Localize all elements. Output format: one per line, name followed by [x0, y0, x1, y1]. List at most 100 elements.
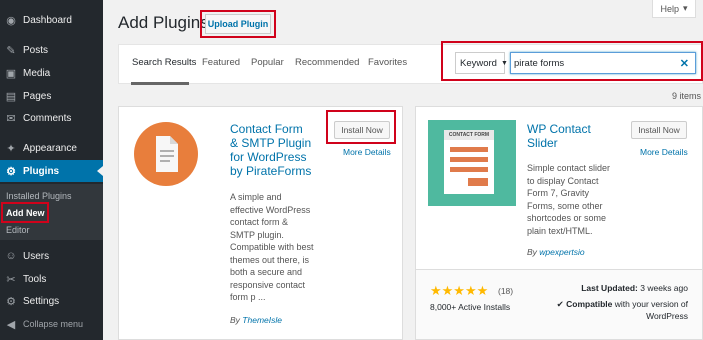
sidebar-item-pages[interactable]: ▤ Pages: [0, 85, 103, 107]
active-tab-indicator: [131, 82, 189, 85]
page-title: Add Plugins: [118, 13, 209, 32]
sidebar-item-plugins[interactable]: ⚙ Plugins: [0, 160, 103, 182]
title-line: Slider: [527, 136, 558, 150]
sidebar-item-dashboard[interactable]: ◉ Dashboard: [0, 9, 103, 31]
tab-popular[interactable]: Popular: [251, 57, 284, 68]
pin-icon: ✎: [6, 44, 16, 57]
desc-line: Forms, some other: [527, 200, 603, 211]
title-line: by PirateForms: [230, 164, 312, 178]
more-details-link[interactable]: More Details: [343, 147, 391, 157]
sidebar-item-label: Pages: [23, 90, 52, 102]
sidebar-item-settings[interactable]: ⚙ Settings: [0, 290, 103, 312]
sidebar-item-label: Users: [23, 250, 50, 262]
items-count: 9 items: [671, 91, 701, 101]
appearance-icon: ✦: [6, 142, 16, 155]
chevron-down-icon: ▾: [682, 3, 688, 13]
sidebar-item-label: Media: [23, 67, 51, 79]
install-now-button[interactable]: Install Now: [631, 121, 687, 139]
plugin-author: By wpexpertsio: [527, 247, 585, 257]
desc-line: themes out there, is: [230, 254, 310, 265]
plugin-description: A simple and effective WordPress contact…: [230, 191, 340, 304]
sidebar-item-media[interactable]: ▣ Media: [0, 62, 103, 84]
dashboard-icon: ◉: [6, 14, 16, 27]
desc-line: SMTP plugin.: [230, 229, 284, 240]
plugin-author: By ThemeIsle: [230, 315, 282, 325]
users-icon: ☺: [5, 250, 17, 262]
title-line: & SMTP Plugin: [230, 136, 312, 150]
sidebar-item-tools[interactable]: ✂ Tools: [0, 268, 103, 290]
desc-line: responsive contact: [230, 279, 306, 290]
author-link[interactable]: ThemeIsle: [242, 315, 282, 325]
sidebar-item-users[interactable]: ☺ Users: [0, 245, 103, 267]
sidebar-item-appearance[interactable]: ✦ Appearance: [0, 137, 103, 159]
desc-line: form p ...: [230, 292, 266, 302]
plugin-card-wp-contact-slider: CONTACT FORM WP Contact Slider Install N…: [415, 106, 703, 340]
plugin-description: Simple contact slider to display Contact…: [527, 162, 637, 237]
plugin-icon-contact-slider[interactable]: CONTACT FORM: [428, 120, 516, 206]
desc-line: Compatible with best: [230, 242, 314, 252]
highlight-add-new: [1, 202, 49, 223]
desc-line: A simple and: [230, 192, 282, 202]
settings-icon: ⚙: [6, 295, 16, 308]
author-prefix: By: [527, 247, 537, 257]
sidebar-item-label: Plugins: [23, 165, 60, 177]
checkmark-icon: ✔: [556, 299, 564, 309]
plugin-title-link[interactable]: Contact Form & SMTP Plugin for WordPress…: [230, 122, 340, 178]
highlight-install-now: [326, 110, 396, 144]
sidebar-item-label: Comments: [23, 112, 72, 124]
tab-search-results[interactable]: Search Results: [132, 57, 196, 68]
tools-icon: ✂: [6, 273, 16, 286]
sidebar-item-label: Collapse menu: [23, 319, 84, 329]
title-line: WP Contact: [527, 122, 591, 136]
title-line: Contact Form: [230, 122, 303, 136]
sidebar-item-label: Posts: [23, 44, 49, 56]
sidebar-item-comments[interactable]: ✉ Comments: [0, 107, 103, 129]
desc-line: Simple contact slider: [527, 163, 611, 173]
compat-bold: Compatible: [566, 299, 613, 309]
media-icon: ▣: [5, 67, 17, 80]
sidebar-item-label: Settings: [23, 295, 60, 307]
document-icon: [156, 136, 178, 172]
star-rating: ★★★★★: [430, 283, 489, 298]
more-details-link[interactable]: More Details: [640, 147, 688, 157]
tab-recommended[interactable]: Recommended: [295, 57, 359, 68]
desc-line: contact form &: [230, 217, 289, 227]
desc-line: plain text/HTML.: [527, 225, 593, 236]
sidebar-item-label: Appearance: [23, 142, 77, 154]
title-line: for WordPress: [230, 150, 307, 164]
desc-line: to display Contact: [527, 175, 599, 186]
last-updated: Last Updated: 3 weeks ago: [581, 283, 688, 293]
highlight-upload: [200, 10, 276, 38]
author-prefix: By: [230, 315, 240, 325]
desc-line: Form 7, Gravity: [527, 188, 590, 198]
sidebar-item-label: Tools: [23, 273, 47, 285]
pages-icon: ▤: [5, 90, 17, 103]
author-link[interactable]: wpexpertsio: [539, 247, 584, 257]
tab-featured[interactable]: Featured: [202, 57, 240, 68]
active-installs: 8,000+ Active Installs: [430, 302, 511, 312]
plugin-title-link[interactable]: WP Contact Slider: [527, 122, 637, 150]
sidebar-item-posts[interactable]: ✎ Posts: [0, 39, 103, 61]
rating-count[interactable]: (18): [498, 286, 513, 296]
plugins-icon: ⚙: [6, 165, 16, 178]
admin-sidebar: ◉ Dashboard ✎ Posts ▣ Media ▤ Pages ✉ Co…: [0, 0, 103, 340]
submenu-installed-plugins[interactable]: Installed Plugins: [6, 191, 72, 201]
icon-label: CONTACT FORM: [448, 132, 490, 138]
desc-line: shortcodes or some: [527, 213, 607, 223]
desc-line: both a secure and: [230, 267, 303, 277]
sidebar-collapse[interactable]: ◀ Collapse menu: [0, 313, 103, 335]
tab-favorites[interactable]: Favorites: [368, 57, 407, 68]
help-label: Help: [660, 3, 679, 14]
collapse-icon: ◀: [6, 318, 16, 331]
sidebar-item-label: Dashboard: [23, 14, 72, 26]
plugin-icon-contact-form[interactable]: [134, 122, 198, 186]
compat-text: WordPress: [646, 311, 688, 321]
last-updated-value: 3 weeks ago: [640, 283, 688, 293]
highlight-search: [441, 41, 703, 81]
submenu-editor[interactable]: Editor: [6, 225, 30, 235]
last-updated-label: Last Updated:: [581, 283, 638, 293]
compat-text: with your version of: [614, 299, 688, 309]
desc-line: effective WordPress: [230, 204, 311, 215]
comments-icon: ✉: [6, 112, 16, 125]
help-tab[interactable]: Help ▾: [652, 0, 696, 18]
